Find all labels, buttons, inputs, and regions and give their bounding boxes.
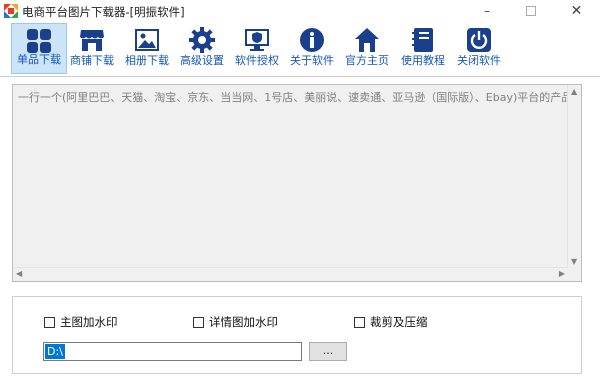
info-icon — [300, 28, 324, 52]
vertical-scrollbar[interactable]: ▲ ▼ — [567, 85, 581, 268]
gear-icon — [189, 27, 215, 53]
toolbar-label: 单品下载 — [17, 53, 61, 66]
crop-compress-checkbox[interactable] — [354, 316, 365, 328]
minimize-button[interactable]: – — [465, 0, 509, 22]
book-icon — [412, 28, 433, 52]
toolbar-label: 使用教程 — [401, 54, 445, 67]
options-panel: 主图加水印 详情图加水印 裁剪及压缩 D:\ ... — [12, 296, 582, 374]
main-watermark-option[interactable]: 主图加水印 — [44, 314, 118, 330]
main-watermark-label: 主图加水印 — [60, 315, 118, 329]
crop-compress-label: 裁剪及压缩 — [370, 315, 428, 329]
scroll-down-icon[interactable]: ▼ — [571, 257, 577, 266]
scroll-left-icon[interactable]: ◀ — [16, 269, 22, 278]
link-input-area[interactable]: 一行一个(阿里巴巴、天猫、淘宝、京东、当当网、1号店、美丽说、速卖通、亚马逊（国… — [12, 84, 582, 282]
toolbar-label: 关闭软件 — [457, 54, 501, 67]
toolbar-label: 高级设置 — [180, 54, 224, 67]
toolbar-label: 关于软件 — [290, 54, 334, 67]
toolbar-item-about[interactable]: 关于软件 — [284, 23, 340, 74]
image-icon — [135, 29, 159, 51]
toolbar-item-exit[interactable]: 关闭软件 — [451, 23, 507, 74]
horizontal-scrollbar[interactable]: ◀ ▶ — [13, 267, 568, 281]
monitor-shield-icon — [245, 29, 269, 51]
toolbar-label: 软件授权 — [235, 54, 279, 67]
crop-compress-option[interactable]: 裁剪及压缩 — [354, 314, 428, 330]
window-title: 电商平台图片下载器-[明振软件] — [22, 5, 185, 19]
save-path-value: D:\ — [45, 344, 65, 359]
toolbar: 单品下载 商铺下载 相册下载 高级设置 软件授权 关于软件 官方主页 使用教程 … — [0, 22, 600, 77]
power-icon — [467, 28, 491, 52]
toolbar-label: 官方主页 — [345, 54, 389, 67]
scroll-up-icon[interactable]: ▲ — [571, 87, 577, 96]
toolbar-item-shop-download[interactable]: 商铺下载 — [64, 23, 120, 74]
scroll-right-icon[interactable]: ▶ — [559, 269, 565, 278]
toolbar-label: 相册下载 — [125, 54, 169, 67]
shop-icon — [80, 30, 104, 51]
detail-watermark-option[interactable]: 详情图加水印 — [193, 314, 278, 330]
maximize-icon — [526, 6, 536, 16]
close-icon: ✕ — [570, 3, 583, 19]
toolbar-item-homepage[interactable]: 官方主页 — [339, 23, 395, 74]
app-logo-icon — [4, 4, 18, 18]
minimize-icon: – — [484, 4, 490, 18]
save-path-input[interactable]: D:\ — [43, 342, 302, 361]
toolbar-item-advanced-settings[interactable]: 高级设置 — [174, 23, 230, 74]
detail-watermark-checkbox[interactable] — [193, 316, 204, 328]
detail-watermark-label: 详情图加水印 — [209, 315, 278, 329]
maximize-button[interactable] — [509, 0, 553, 22]
toolbar-label: 商铺下载 — [70, 54, 114, 67]
home-icon — [355, 28, 379, 52]
main-watermark-checkbox[interactable] — [44, 316, 55, 328]
scroll-corner — [568, 268, 581, 281]
toolbar-item-license[interactable]: 软件授权 — [229, 23, 285, 74]
toolbar-item-tutorial[interactable]: 使用教程 — [395, 23, 451, 74]
link-input-placeholder: 一行一个(阿里巴巴、天猫、淘宝、京东、当当网、1号店、美丽说、速卖通、亚马逊（国… — [18, 91, 567, 104]
toolbar-item-album-download[interactable]: 相册下载 — [119, 23, 175, 74]
title-bar: 电商平台图片下载器-[明振软件] – ✕ — [0, 0, 600, 23]
browse-button[interactable]: ... — [309, 342, 347, 361]
toolbar-item-single-download[interactable]: 单品下载 — [11, 23, 67, 74]
close-button[interactable]: ✕ — [553, 0, 600, 22]
